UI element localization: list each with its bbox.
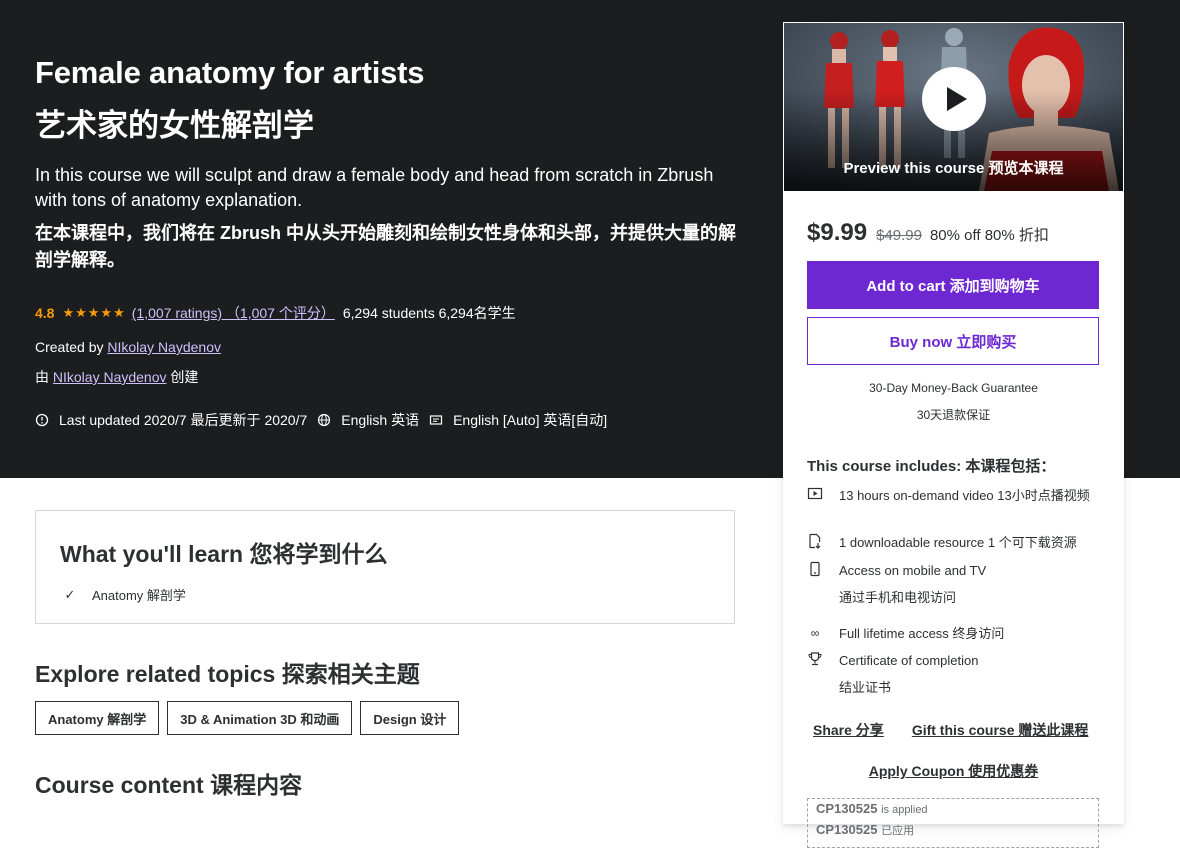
share-row: Share 分享 Gift this course 赠送此课程 [813, 720, 1116, 740]
play-icon[interactable] [922, 67, 986, 131]
related-topics-title: Explore related topics 探索相关主题 [35, 661, 420, 687]
course-title-zh: 艺术家的女性解剖学 [35, 108, 314, 143]
include-item-resource: 1 downloadable resource 1 个可下载资源 [807, 533, 1099, 552]
course-meta: Last updated 2020/7 最后更新于 2020/7 English… [35, 410, 617, 430]
purchase-sidebar: Preview this course 预览本课程 $9.99 $49.99 8… [783, 22, 1124, 848]
learn-item: ✓ Anatomy 解剖学 [60, 585, 710, 604]
coupon-code-zh: CP130525 [816, 822, 878, 837]
buy-now-button[interactable]: Buy now 立即购买 [807, 317, 1099, 365]
original-price: $49.99 [876, 227, 922, 244]
rating-value: 4.8 [35, 305, 55, 321]
preview-label[interactable]: Preview this course 预览本课程 [784, 157, 1123, 178]
current-price: $9.99 [807, 219, 868, 246]
language: English 英语 [317, 410, 419, 430]
last-updated-text: Last updated 2020/7 最后更新于 2020/7 [59, 412, 308, 428]
course-preview[interactable]: Preview this course 预览本课程 [784, 23, 1123, 191]
include-item-lifetime: ∞ Full lifetime access 终身访问 [807, 624, 1099, 643]
apply-coupon-button[interactable]: Apply Coupon 使用优惠券 [784, 761, 1123, 781]
include-item-text-block: Access on mobile and TV 通过手机和电视访问 [839, 561, 1099, 607]
applied-coupon: CP130525 is applied CP130525 已应用 [807, 798, 1099, 848]
captions-text: English [Auto] 英语[自动] [453, 412, 608, 428]
include-item-text: 13 hours on-demand video 13小时点播视频 [839, 488, 1090, 503]
trophy-icon [808, 652, 822, 666]
include-item-text-block: Certificate of completion 结业证书 [839, 651, 1099, 697]
instructor-link[interactable]: NIkolay Naydenov [107, 339, 221, 355]
file-download-icon [809, 533, 821, 549]
captions: English [Auto] 英语[自动] [429, 410, 607, 430]
check-icon: ✓ [64, 586, 76, 602]
discount-badge: 80% off 80% 折扣 [929, 227, 1049, 244]
infinity-icon: ∞ [810, 626, 820, 640]
include-item-text: Full lifetime access 终身访问 [839, 626, 1005, 641]
mobile-icon [810, 561, 820, 577]
students-count: 6,294 students 6,294名学生 [342, 305, 516, 321]
topic-design[interactable]: Design 设计 [360, 701, 460, 735]
include-item-text: 1 downloadable resource 1 个可下载资源 [839, 535, 1077, 550]
course-content-title: Course content 课程内容 [35, 772, 303, 798]
guarantee-text: 30-Day Money-Back Guarantee [869, 381, 1038, 395]
instructor-link-zh[interactable]: NIkolay Naydenov [53, 369, 167, 385]
closed-captions-icon [429, 415, 443, 425]
course-title: Female anatomy for artists [35, 55, 425, 90]
ratings-count-link[interactable]: (1,007 ratings) （1,007 个评分） [132, 303, 335, 323]
created-by-label: Created by [35, 339, 104, 355]
learn-item-text: Anatomy 解剖学 [92, 588, 186, 603]
what-youll-learn: What you'll learn 您将学到什么 ✓ Anatomy 解剖学 [35, 510, 735, 624]
created-by: Created by NIkolay Naydenov [35, 339, 221, 355]
coupon-line-zh: CP130525 已应用 [816, 820, 1090, 841]
related-topics: Anatomy 解剖学 3D & Animation 3D 和动画 Design… [35, 701, 467, 735]
rating-row: 4.8 ★★★★★ (1,007 ratings) （1,007 个评分） 6,… [35, 303, 516, 323]
guarantee-text-zh: 30天退款保证 [916, 408, 991, 422]
share-button[interactable]: Share 分享 [813, 720, 884, 740]
created-by-zh-prefix: 由 [35, 369, 49, 385]
include-item-video: 13 hours on-demand video 13小时点播视频 [807, 486, 1099, 505]
language-text: English 英语 [341, 412, 420, 428]
course-description: In this course we will sculpt and draw a… [35, 165, 714, 210]
course-description-zh: 在本课程中，我们将在 Zbrush 中从头开始雕刻和绘制女性身体和头部，并提供大… [35, 223, 736, 270]
coupon-applied-text: is applied [881, 804, 928, 816]
include-item-text-zh: 通过手机和电视访问 [839, 590, 957, 605]
coupon-code: CP130525 [816, 801, 878, 816]
created-by-zh: 由 NIkolay Naydenov 创建 [35, 367, 198, 387]
topic-anatomy[interactable]: Anatomy 解剖学 [35, 701, 160, 735]
star-rating-icon: ★★★★★ [62, 305, 126, 320]
gift-course-button[interactable]: Gift this course 赠送此课程 [912, 720, 1089, 740]
learn-title: What you'll learn 您将学到什么 [60, 541, 388, 567]
alert-badge-icon [35, 413, 49, 427]
globe-icon [318, 413, 331, 427]
include-item-text: Access on mobile and TV [839, 563, 987, 578]
last-updated: Last updated 2020/7 最后更新于 2020/7 [35, 410, 307, 430]
include-item-certificate: Certificate of completion 结业证书 [807, 651, 1099, 697]
topic-3d-animation[interactable]: 3D & Animation 3D 和动画 [167, 701, 353, 735]
include-item-text-zh: 结业证书 [839, 680, 892, 695]
include-item-mobile: Access on mobile and TV 通过手机和电视访问 [807, 561, 1099, 607]
price-row: $9.99 $49.99 80% off 80% 折扣 [807, 219, 1057, 247]
coupon-applied-text-zh: 已应用 [881, 825, 915, 837]
includes-title: This course includes: 本课程包括： [807, 458, 1056, 475]
add-to-cart-button[interactable]: Add to cart 添加到购物车 [807, 261, 1099, 309]
include-item-text: Certificate of completion [839, 653, 979, 668]
coupon-line: CP130525 is applied [816, 799, 1090, 820]
video-icon [807, 487, 823, 500]
created-by-zh-suffix: 创建 [170, 369, 199, 385]
